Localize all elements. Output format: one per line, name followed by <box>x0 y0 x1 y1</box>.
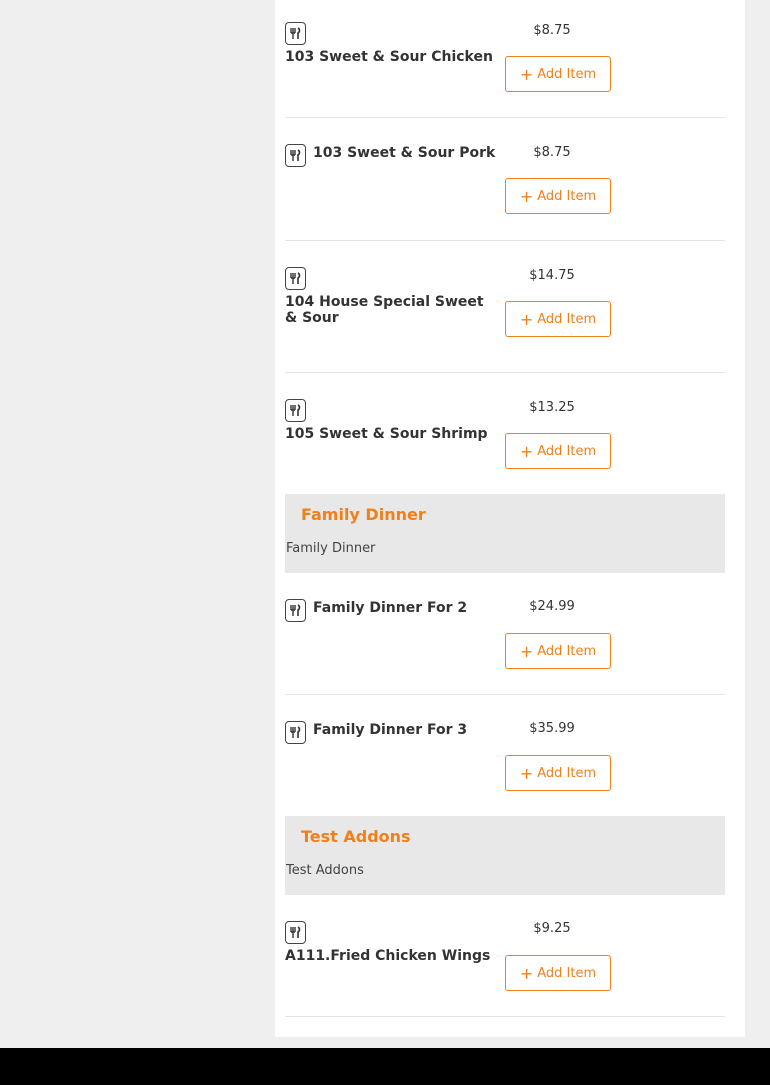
category-title: Test Addons <box>301 827 411 846</box>
fork-knife-icon <box>285 22 306 45</box>
plus-icon: + <box>519 642 534 661</box>
plus-icon: + <box>519 65 534 84</box>
plus-icon: + <box>519 442 534 461</box>
item-price: $35.99 <box>529 721 575 736</box>
menu-item: 105 Sweet & Sour Shrimp $13.25 + Add Ite… <box>285 373 725 494</box>
add-item-label: Add Item <box>537 765 597 781</box>
category-header: Family Dinner Family Dinner <box>285 494 725 573</box>
add-item-label: Add Item <box>537 443 597 459</box>
item-price: $8.75 <box>533 145 571 160</box>
item-name: Family Dinner For 3 <box>313 722 468 738</box>
category-header: Test Addons Test Addons <box>285 816 725 895</box>
menu-item: Family Dinner For 3 $35.99 + Add Item <box>285 695 725 816</box>
menu-item: A111.Fried Chicken Wings $9.25 + Add Ite… <box>285 895 725 1017</box>
fork-knife-icon <box>285 921 306 944</box>
add-item-button[interactable]: + Add Item <box>505 633 611 669</box>
fork-knife-icon <box>285 399 306 422</box>
fork-knife-icon <box>285 721 306 744</box>
item-name: 103 Sweet & Sour Pork <box>313 145 496 161</box>
fork-knife-icon <box>285 599 306 622</box>
add-item-button[interactable]: + Add Item <box>505 955 611 991</box>
item-name: 104 House Special Sweet & Sour <box>285 294 484 326</box>
category-description: Test Addons <box>286 863 364 878</box>
item-name: 105 Sweet & Sour Shrimp <box>285 426 488 442</box>
item-name: A111.Fried Chicken Wings <box>285 948 491 964</box>
add-item-button[interactable]: + Add Item <box>505 178 611 214</box>
menu-item: Family Dinner For 2 $24.99 + Add Item <box>285 573 725 695</box>
plus-icon: + <box>519 310 534 329</box>
item-price: $8.75 <box>533 23 571 38</box>
add-item-label: Add Item <box>537 643 597 659</box>
add-item-button[interactable]: + Add Item <box>505 56 611 92</box>
item-price: $9.25 <box>533 921 571 936</box>
item-price: $24.99 <box>529 599 575 614</box>
menu-panel: 103 Sweet & Sour Chicken $8.75 + Add Ite… <box>275 0 745 1037</box>
plus-icon: + <box>519 964 534 983</box>
menu-item: 103 Sweet & Sour Chicken $8.75 + Add Ite… <box>285 0 725 118</box>
plus-icon: + <box>519 764 534 783</box>
fork-knife-icon <box>285 267 306 290</box>
add-item-button[interactable]: + Add Item <box>505 755 611 791</box>
plus-icon: + <box>519 187 534 206</box>
item-price: $13.25 <box>529 400 575 415</box>
add-item-label: Add Item <box>537 311 597 327</box>
add-item-label: Add Item <box>537 965 597 981</box>
category-description: Family Dinner <box>286 541 376 556</box>
item-name: Family Dinner For 2 <box>313 600 468 616</box>
menu-item: 103 Sweet & Sour Pork $8.75 + Add Item <box>285 118 725 241</box>
add-item-button[interactable]: + Add Item <box>505 433 611 469</box>
page-footer <box>0 1048 770 1085</box>
item-price: $14.75 <box>529 268 575 283</box>
fork-knife-icon <box>285 144 306 167</box>
menu-item: 104 House Special Sweet & Sour $14.75 + … <box>285 241 725 373</box>
add-item-button[interactable]: + Add Item <box>505 301 611 337</box>
category-title: Family Dinner <box>301 505 426 524</box>
add-item-label: Add Item <box>537 188 597 204</box>
add-item-label: Add Item <box>537 66 597 82</box>
item-name: 103 Sweet & Sour Chicken <box>285 49 493 65</box>
